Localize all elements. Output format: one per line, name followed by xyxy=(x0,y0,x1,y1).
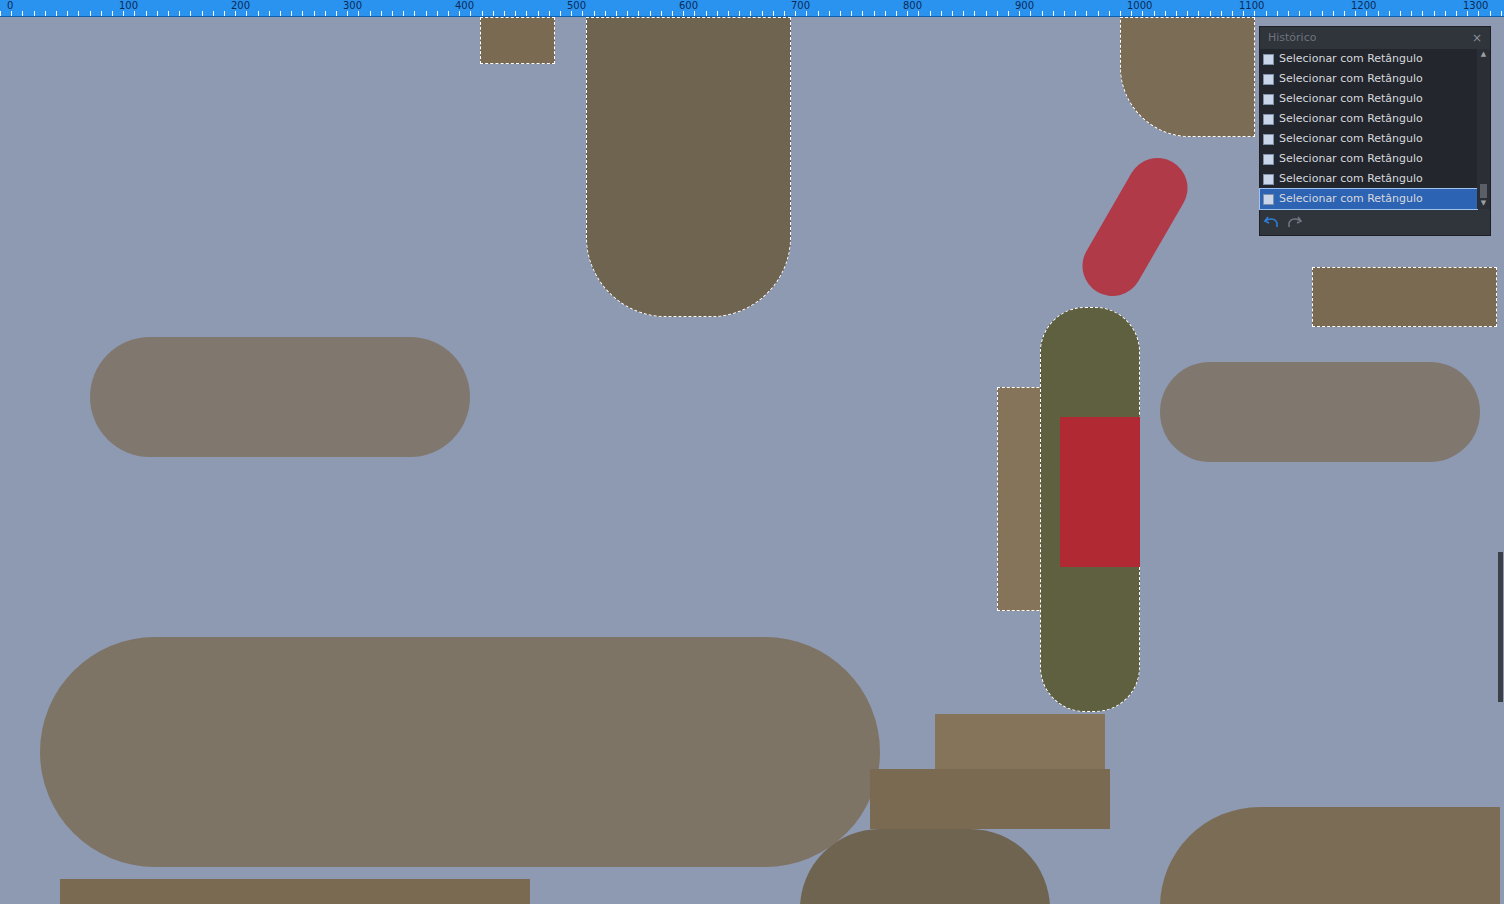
history-label: Selecionar com Retângulo xyxy=(1279,191,1423,208)
state-icon xyxy=(1263,154,1274,165)
texture-region xyxy=(1312,267,1497,327)
texture-region xyxy=(40,637,880,867)
texture-region xyxy=(1160,362,1480,462)
undo-icon[interactable] xyxy=(1264,215,1280,229)
history-label: Selecionar com Retângulo xyxy=(1279,91,1423,108)
ruler-label: 400 xyxy=(455,0,474,12)
history-item[interactable]: Selecionar com Retângulo xyxy=(1260,89,1477,109)
ruler-label: 200 xyxy=(231,0,250,12)
history-item[interactable]: Selecionar com Retângulo xyxy=(1260,129,1477,149)
ruler-label: 0 xyxy=(7,0,13,12)
texture-region xyxy=(60,879,530,904)
history-label: Selecionar com Retângulo xyxy=(1279,71,1423,88)
history-item[interactable]: Selecionar com Retângulo xyxy=(1260,169,1477,189)
history-label: Selecionar com Retângulo xyxy=(1279,131,1423,148)
texture-region xyxy=(90,337,470,457)
texture-region xyxy=(1120,17,1255,137)
history-label: Selecionar com Retângulo xyxy=(1279,171,1423,188)
history-label: Selecionar com Retângulo xyxy=(1279,151,1423,168)
history-panel: Histórico × Selecionar com RetânguloSele… xyxy=(1259,26,1491,236)
texture-region xyxy=(1160,807,1500,904)
panel-title: Histórico xyxy=(1268,30,1316,47)
ruler-label: 300 xyxy=(343,0,362,12)
history-label: Selecionar com Retângulo xyxy=(1279,111,1423,128)
ruler-label: 700 xyxy=(791,0,810,12)
ruler-label: 500 xyxy=(567,0,586,12)
state-icon xyxy=(1263,194,1274,205)
history-item[interactable]: Selecionar com Retângulo xyxy=(1260,69,1477,89)
texture-region xyxy=(870,769,1110,829)
ruler-label: 1100 xyxy=(1239,0,1264,12)
ruler-label: 600 xyxy=(679,0,698,12)
texture-region xyxy=(480,17,555,64)
ruler-label: 1000 xyxy=(1127,0,1152,12)
history-item[interactable]: Selecionar com Retângulo xyxy=(1260,49,1477,69)
ruler-label: 1300 xyxy=(1463,0,1488,12)
state-icon xyxy=(1263,134,1274,145)
state-icon xyxy=(1263,94,1274,105)
history-item[interactable]: Selecionar com Retângulo xyxy=(1260,189,1477,209)
canvas[interactable]: Histórico × Selecionar com RetânguloSele… xyxy=(0,17,1504,904)
history-list: Selecionar com Retângulo Selecionar com R… xyxy=(1260,49,1477,209)
history-item[interactable]: Selecionar com Retângulo xyxy=(1260,109,1477,129)
ruler-label: 800 xyxy=(903,0,922,12)
texture-region xyxy=(1072,147,1199,307)
ruler-label: 1200 xyxy=(1351,0,1376,12)
state-icon xyxy=(1263,174,1274,185)
texture-region xyxy=(935,714,1105,769)
texture-region xyxy=(1060,417,1140,567)
close-button[interactable]: × xyxy=(1472,32,1482,44)
history-label: Selecionar com Retângulo xyxy=(1279,51,1423,68)
redo-icon[interactable] xyxy=(1286,215,1302,229)
canvas-scrollbar[interactable] xyxy=(1498,552,1503,702)
history-scrollbar[interactable]: ▲ ▼ xyxy=(1477,49,1490,209)
state-icon xyxy=(1263,114,1274,125)
ruler-label: 100 xyxy=(119,0,138,12)
state-icon xyxy=(1263,54,1274,65)
ruler-label: 900 xyxy=(1015,0,1034,12)
top-ruler: 0 100 200 300 400 500 600 700 800 900 1000 1100 1200… xyxy=(0,0,1504,17)
texture-region xyxy=(586,17,791,317)
history-item[interactable]: Selecionar com Retângulo xyxy=(1260,149,1477,169)
state-icon xyxy=(1263,74,1274,85)
